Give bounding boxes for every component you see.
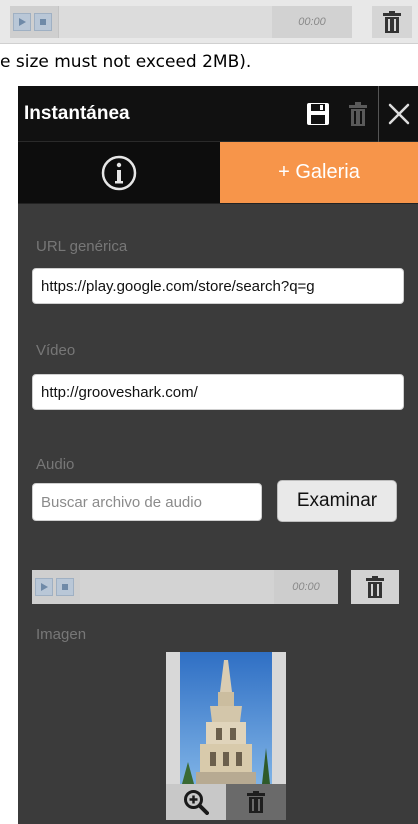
video-url-input[interactable] — [32, 374, 404, 410]
zoom-in-icon — [184, 790, 209, 815]
image-label: Imagen — [36, 626, 87, 643]
cathedral-photo — [180, 652, 272, 784]
trash-icon — [247, 791, 265, 813]
play-icon — [41, 583, 48, 591]
stop-button[interactable] — [56, 578, 74, 596]
audio-progress-track[interactable] — [58, 6, 272, 38]
tab-info[interactable] — [18, 142, 220, 203]
panel-audio-player: 00:00 — [32, 570, 338, 604]
background-delete-audio-button[interactable] — [372, 6, 412, 38]
audio-file-input[interactable] — [32, 483, 262, 521]
zoom-image-button[interactable] — [166, 784, 226, 820]
video-label: Vídeo — [36, 342, 76, 359]
close-button[interactable] — [378, 86, 418, 142]
tab-gallery[interactable]: + Galeria — [220, 142, 418, 203]
play-icon — [19, 18, 26, 26]
stop-icon — [62, 584, 68, 590]
delete-button[interactable] — [338, 86, 378, 142]
browse-audio-button[interactable]: Examinar — [277, 480, 397, 522]
audio-progress-track[interactable] — [80, 570, 274, 604]
audio-time: 00:00 — [274, 570, 338, 604]
generic-url-label: URL genérica — [36, 238, 128, 255]
play-button[interactable] — [35, 578, 53, 596]
delete-audio-button[interactable] — [351, 570, 399, 604]
play-button[interactable] — [13, 13, 31, 31]
audio-time: 00:00 — [272, 6, 352, 38]
snapshot-panel: Instantánea + Galeria URL genérica https… — [18, 86, 418, 824]
close-icon — [388, 103, 409, 124]
file-size-notice: e size must not exceed 2MB). — [0, 52, 252, 72]
trash-icon — [366, 576, 384, 598]
image-thumbnail[interactable] — [166, 652, 286, 784]
panel-tabs: + Galeria — [18, 142, 418, 204]
stop-button[interactable] — [34, 13, 52, 31]
audio-label: Audio — [36, 456, 75, 473]
save-button[interactable] — [298, 86, 338, 142]
info-icon — [101, 155, 137, 190]
image-toolbar — [166, 784, 286, 820]
floppy-disk-icon — [307, 102, 329, 125]
panel-title: Instantánea — [24, 102, 130, 124]
trash-icon — [383, 11, 401, 33]
stop-icon — [40, 19, 46, 25]
background-audio-bar: 00:00 — [0, 0, 418, 44]
delete-image-button[interactable] — [226, 784, 286, 820]
trash-icon — [349, 101, 367, 126]
panel-header: Instantánea — [18, 86, 418, 142]
generic-url-input[interactable] — [32, 268, 404, 304]
background-audio-player: 00:00 — [10, 6, 352, 38]
